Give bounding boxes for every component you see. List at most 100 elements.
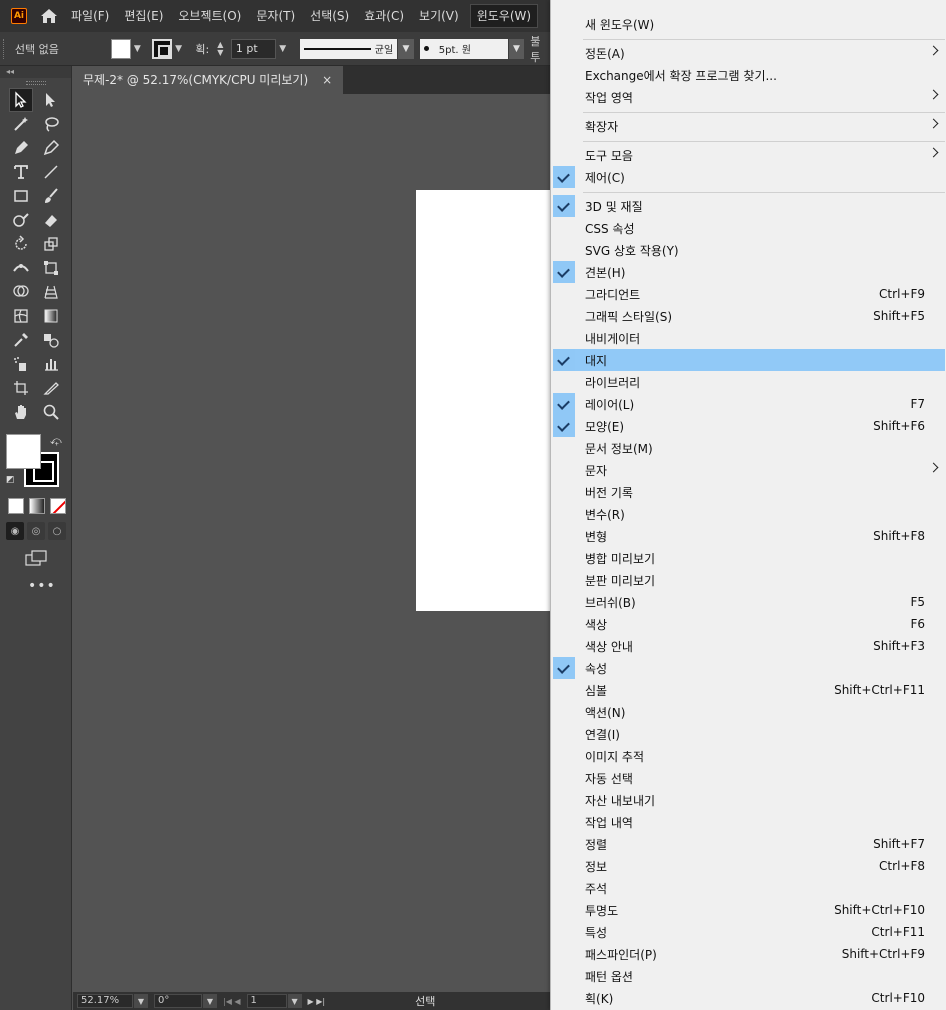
menu-select[interactable]: 선택(S) [306, 5, 353, 27]
direct-selection-tool-icon[interactable] [39, 88, 63, 112]
first-artboard-icon[interactable]: |◀ ◀ [223, 997, 241, 1006]
rotation-field[interactable]: 0° [154, 994, 202, 1008]
curvature-tool-icon[interactable] [39, 136, 63, 160]
artboard-number-field[interactable]: 1 [246, 994, 287, 1008]
draw-behind-icon[interactable]: ◎ [27, 522, 45, 540]
menu-item[interactable]: 작업 영역 [553, 86, 945, 108]
swap-fill-stroke-icon[interactable]: ⤽ [50, 434, 62, 448]
selection-tool-icon[interactable] [9, 88, 33, 112]
brush-select[interactable]: 5pt. 원 [419, 38, 508, 59]
fill-dropdown-icon[interactable]: ▼ [131, 39, 145, 59]
menu-item[interactable]: 그래픽 스타일(S) Shift+F5 [553, 305, 945, 327]
magic-wand-tool-icon[interactable] [9, 112, 33, 136]
line-tool-icon[interactable] [39, 160, 63, 184]
stroke-dropdown-icon[interactable]: ▼ [172, 39, 186, 59]
menu-item[interactable]: 견본(H) [553, 261, 945, 283]
artboard-tool-icon[interactable] [9, 376, 33, 400]
hand-tool-icon[interactable] [9, 400, 33, 424]
stroke-profile-dropdown-icon[interactable]: ▼ [398, 38, 414, 59]
menu-item[interactable]: 대지 [553, 349, 945, 371]
menu-item[interactable]: 속성 [553, 657, 945, 679]
next-artboard-icon[interactable]: ▶ ▶| [308, 997, 326, 1006]
draw-inside-icon[interactable]: ○ [48, 522, 66, 540]
menu-item[interactable]: 3D 및 재질 [553, 195, 945, 217]
menu-item[interactable]: 도구 모음 [553, 144, 945, 166]
perspective-grid-tool-icon[interactable] [39, 280, 63, 304]
menu-type[interactable]: 문자(T) [252, 5, 299, 27]
menu-view[interactable]: 보기(V) [415, 5, 463, 27]
blend-tool-icon[interactable] [39, 328, 63, 352]
eyedropper-tool-icon[interactable] [9, 328, 33, 352]
screen-mode-icon[interactable] [25, 550, 47, 566]
document-tab[interactable]: 무제-2* @ 52.17%(CMYK/CPU 미리보기) × [73, 66, 343, 94]
menu-item[interactable]: 변수(R) [553, 503, 945, 525]
menu-effect[interactable]: 효과(C) [360, 5, 408, 27]
menu-item[interactable]: 자산 내보내기 [553, 789, 945, 811]
control-grip[interactable] [3, 38, 7, 59]
stroke-weight-stepper[interactable]: ▲ ▼ [217, 39, 229, 59]
menu-item[interactable]: 연결(I) [553, 723, 945, 745]
canvas[interactable] [73, 94, 550, 992]
menu-item[interactable]: 문자 [553, 459, 945, 481]
rotation-dropdown-icon[interactable]: ▼ [203, 994, 217, 1008]
none-mode-icon[interactable] [50, 498, 66, 514]
toolbar-collapse-icon[interactable]: ◂◂ [0, 66, 71, 78]
menu-item[interactable]: 패스파인더(P) Shift+Ctrl+F9 [553, 943, 945, 965]
menu-item[interactable]: 액션(N) [553, 701, 945, 723]
menu-item[interactable]: 내비게이터 [553, 327, 945, 349]
type-tool-icon[interactable] [9, 160, 33, 184]
menu-file[interactable]: 파일(F) [67, 5, 113, 27]
menu-item[interactable]: 특성 Ctrl+F11 [553, 921, 945, 943]
menu-item[interactable]: 정보 Ctrl+F8 [553, 855, 945, 877]
menu-item[interactable]: CSS 속성 [553, 217, 945, 239]
stroke-weight-field[interactable]: 1 pt [230, 38, 276, 59]
artboard[interactable] [416, 190, 550, 611]
mesh-tool-icon[interactable] [9, 304, 33, 328]
gradient-mode-icon[interactable] [29, 498, 45, 514]
menu-item[interactable]: 버전 기록 [553, 481, 945, 503]
zoom-field[interactable]: 52.17% [77, 994, 133, 1008]
menu-item[interactable]: 분판 미리보기 [553, 569, 945, 591]
menu-item[interactable]: 새 윈도우(W) [553, 13, 945, 35]
shaper-tool-icon[interactable] [9, 208, 33, 232]
shape-builder-tool-icon[interactable] [9, 280, 33, 304]
scale-tool-icon[interactable] [39, 232, 63, 256]
fill-color-box[interactable] [6, 434, 41, 469]
menu-item[interactable]: 브러쉬(B) F5 [553, 591, 945, 613]
default-fill-stroke-icon[interactable]: ◩ [6, 475, 15, 485]
rotate-tool-icon[interactable] [9, 232, 33, 256]
opacity-label[interactable]: 불투 [530, 33, 550, 65]
menu-item[interactable]: 병합 미리보기 [553, 547, 945, 569]
menu-item[interactable]: 심볼 Shift+Ctrl+F11 [553, 679, 945, 701]
stroke-profile-select[interactable]: 균일 [299, 38, 398, 59]
menu-item[interactable]: 작업 내역 [553, 811, 945, 833]
edit-toolbar-more-icon[interactable]: ••• [28, 578, 71, 594]
menu-item[interactable]: 색상 안내 Shift+F3 [553, 635, 945, 657]
slice-tool-icon[interactable] [39, 376, 63, 400]
column-graph-tool-icon[interactable] [39, 352, 63, 376]
lasso-tool-icon[interactable] [39, 112, 63, 136]
menu-item[interactable]: 정렬 Shift+F7 [553, 833, 945, 855]
zoom-dropdown-icon[interactable]: ▼ [134, 994, 148, 1008]
stroke-label[interactable]: 획: [195, 41, 209, 57]
symbol-sprayer-tool-icon[interactable] [9, 352, 33, 376]
menu-item[interactable]: 패턴 옵션 [553, 965, 945, 987]
menu-item[interactable]: 자동 선택 [553, 767, 945, 789]
artboard-dropdown-icon[interactable]: ▼ [287, 994, 302, 1008]
menu-window[interactable]: 윈도우(W) [469, 4, 539, 28]
zoom-tool-icon[interactable] [39, 400, 63, 424]
menu-item[interactable]: 정돈(A) [553, 42, 945, 64]
rectangle-tool-icon[interactable] [9, 184, 33, 208]
pen-tool-icon[interactable] [9, 136, 33, 160]
close-icon[interactable]: × [322, 66, 332, 94]
stroke-weight-dropdown-icon[interactable]: ▼ [276, 39, 290, 59]
draw-normal-icon[interactable]: ◉ [6, 522, 24, 540]
menu-item[interactable]: 그라디언트 Ctrl+F9 [553, 283, 945, 305]
menu-item[interactable]: 라이브러리 [553, 371, 945, 393]
menu-item[interactable]: 획(K) Ctrl+F10 [553, 987, 945, 1009]
menu-item[interactable]: 모양(E) Shift+F6 [553, 415, 945, 437]
fill-swatch[interactable] [110, 38, 131, 59]
menu-item[interactable]: 변형 Shift+F8 [553, 525, 945, 547]
stroke-swatch[interactable] [152, 38, 172, 59]
menu-item[interactable]: 제어(C) [553, 166, 945, 188]
